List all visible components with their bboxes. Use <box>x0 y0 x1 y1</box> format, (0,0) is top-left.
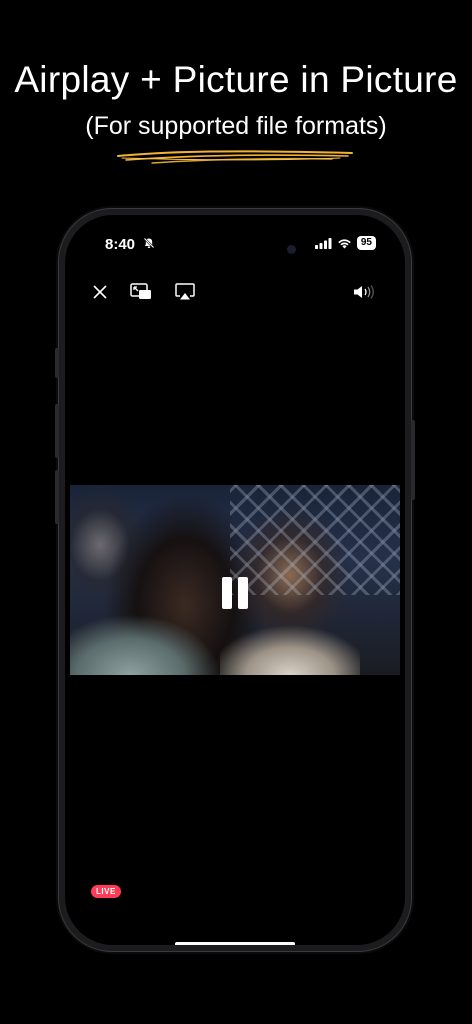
phone-screen: 8:40 95 LIVE <box>65 215 405 945</box>
promo-subtitle: (For supported file formats) <box>85 112 387 140</box>
wifi-icon <box>338 238 351 248</box>
action-button <box>55 348 59 378</box>
battery-level: 95 <box>356 236 376 250</box>
live-badge: LIVE <box>91 885 121 898</box>
airplay-icon <box>175 283 195 300</box>
pause-icon-bar <box>238 577 248 609</box>
speaker-volume-icon <box>354 285 374 299</box>
pause-button[interactable] <box>222 577 248 609</box>
squiggle-underline-icon <box>117 150 353 164</box>
bell-slash-icon <box>143 237 155 249</box>
volume-up-button <box>55 404 59 458</box>
home-indicator[interactable] <box>175 942 295 945</box>
video-figure-left <box>70 595 220 675</box>
video-background-lattice <box>230 485 400 595</box>
status-indicators: 95 <box>314 236 376 250</box>
volume-button[interactable] <box>349 277 379 307</box>
picture-in-picture-icon <box>130 283 151 299</box>
airplay-button[interactable] <box>170 277 200 307</box>
video-figure-right <box>220 615 360 675</box>
close-icon <box>93 285 107 299</box>
cellular-signal-icon <box>314 237 332 249</box>
volume-down-button <box>55 470 59 524</box>
status-time: 8:40 <box>105 236 136 253</box>
picture-in-picture-button[interactable] <box>126 277 156 307</box>
player-toolbar <box>65 277 405 307</box>
close-button[interactable] <box>85 277 115 307</box>
side-button <box>411 420 415 500</box>
pause-icon <box>222 577 232 609</box>
status-bar: 8:40 95 <box>65 215 405 265</box>
phone-frame: 8:40 95 LIVE <box>55 208 415 952</box>
promo-title: Airplay + Picture in Picture <box>14 59 458 100</box>
video-frame[interactable] <box>70 485 400 675</box>
